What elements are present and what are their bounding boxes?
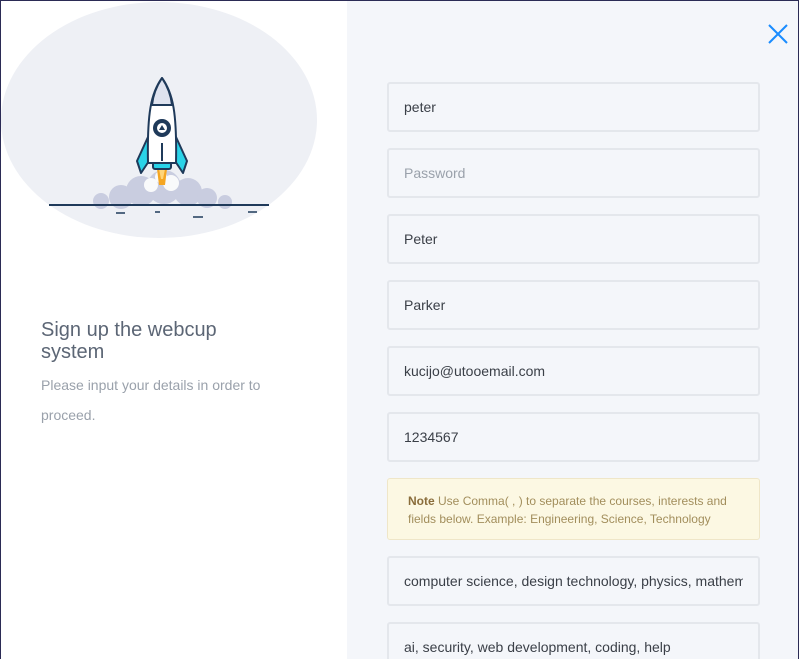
- page-title: Sign up the webcup system: [41, 319, 217, 363]
- interests-field[interactable]: [387, 622, 760, 659]
- email-field[interactable]: [387, 346, 760, 396]
- courses-field[interactable]: [387, 556, 760, 606]
- signup-modal: Sign up the webcup system Please input y…: [0, 0, 799, 659]
- rocket-illustration: [1, 2, 317, 238]
- signup-intro-panel: Sign up the webcup system Please input y…: [1, 1, 347, 659]
- password-field[interactable]: [387, 148, 760, 198]
- separator-note: Note Use Comma( , ) to separate the cour…: [387, 478, 760, 540]
- note-text: Use Comma( , ) to separate the courses, …: [408, 494, 727, 526]
- username-field[interactable]: [387, 82, 760, 132]
- first-name-field[interactable]: [387, 214, 760, 264]
- last-name-field[interactable]: [387, 280, 760, 330]
- close-icon[interactable]: [765, 21, 791, 47]
- note-label: Note: [408, 494, 435, 508]
- page-subtitle: Please input your details in order to pr…: [41, 377, 261, 423]
- phone-field[interactable]: [387, 412, 760, 462]
